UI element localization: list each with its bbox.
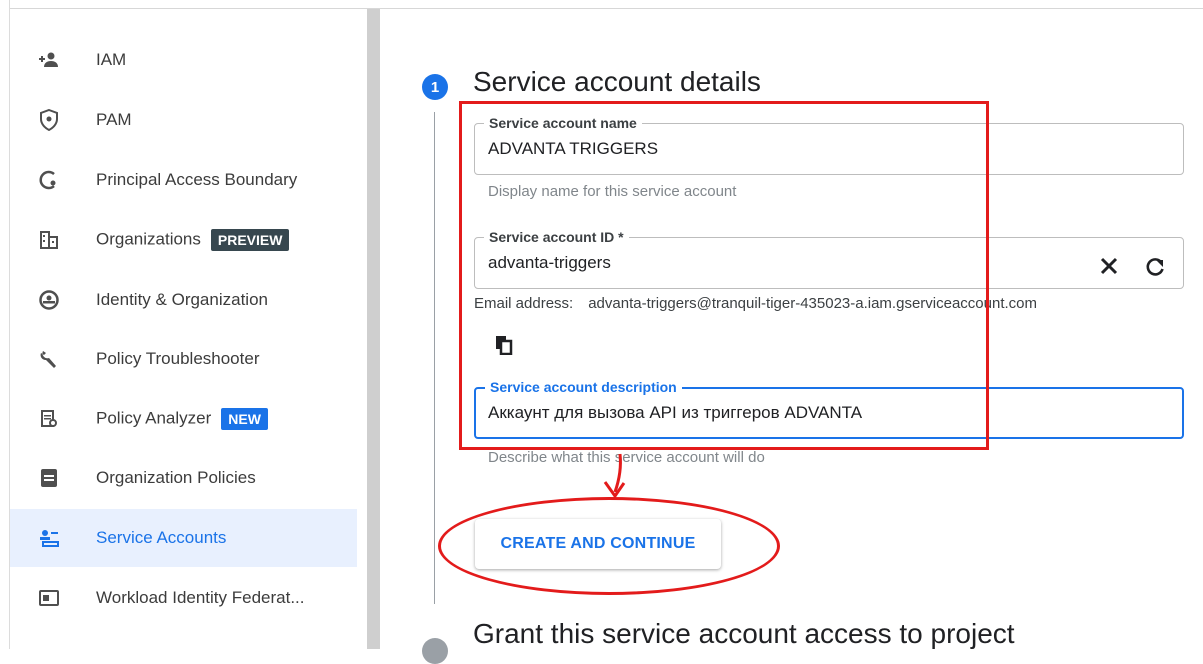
sidebar-item-label: Organizations PREVIEW: [96, 229, 290, 251]
annotation-arrow: [603, 453, 626, 499]
refresh-icon[interactable]: [1143, 255, 1167, 279]
sidebar-item-service-accounts[interactable]: Service Accounts: [10, 509, 357, 567]
sidebar-item-policy-analyzer[interactable]: Policy Analyzer NEW: [10, 390, 357, 448]
sidebar-item-identity-organization[interactable]: Identity & Organization: [10, 271, 357, 329]
sidebar-item-workload-identity-federation[interactable]: Workload Identity Federat...: [10, 569, 357, 627]
sidebar-item-iam[interactable]: IAM: [10, 31, 357, 89]
sidebar-scrollbar[interactable]: [367, 9, 380, 649]
document-search-icon: [38, 408, 60, 430]
add-person-icon: [38, 49, 60, 71]
left-border: [0, 0, 10, 649]
sidebar-item-label: Organization Policies: [96, 468, 256, 487]
id-card-icon: [38, 587, 60, 609]
organizations-icon: [38, 229, 60, 251]
sidebar-item-label: Policy Analyzer NEW: [96, 408, 268, 430]
sidebar-item-organizations[interactable]: Organizations PREVIEW: [10, 211, 357, 269]
annotation-highlight-box: [459, 101, 989, 450]
sidebar-item-label: Identity & Organization: [96, 290, 268, 309]
sidebar-item-label: Workload Identity Federat...: [96, 588, 305, 607]
account-circle-icon: [38, 289, 60, 311]
step-2-number: [422, 638, 448, 664]
sidebar-item-pam[interactable]: PAM: [10, 91, 357, 149]
top-border: [0, 0, 1203, 9]
step-1-number: 1: [422, 74, 448, 100]
sidebar-item-organization-policies[interactable]: Organization Policies: [10, 449, 357, 507]
preview-badge: PREVIEW: [210, 229, 290, 251]
sidebar-item-label: Service Accounts: [96, 528, 227, 547]
sidebar-item-label: PAM: [96, 110, 132, 129]
policy-document-icon: [38, 467, 60, 489]
shield-icon: [38, 109, 60, 131]
sidebar-item-label: Policy Troubleshooter: [96, 349, 260, 368]
step-1-title: Service account details: [473, 66, 761, 97]
sidebar: IAM PAM Principal Access Boundary Organi…: [10, 9, 357, 649]
sidebar-item-principal-access-boundary[interactable]: Principal Access Boundary: [10, 151, 357, 209]
wrench-icon: [38, 348, 60, 370]
step-2-title: Grant this service account access to pro…: [473, 618, 1015, 649]
sidebar-item-policy-troubleshooter[interactable]: Policy Troubleshooter: [10, 330, 357, 388]
clear-icon[interactable]: [1098, 255, 1120, 277]
step-connector-line: [434, 112, 435, 604]
sidebar-item-label: Principal Access Boundary: [96, 170, 298, 189]
sidebar-item-label: IAM: [96, 50, 127, 69]
service-account-icon: [38, 527, 60, 549]
boundary-icon: [38, 169, 60, 191]
new-badge: NEW: [221, 408, 268, 430]
create-and-continue-button[interactable]: CREATE AND CONTINUE: [475, 519, 721, 569]
